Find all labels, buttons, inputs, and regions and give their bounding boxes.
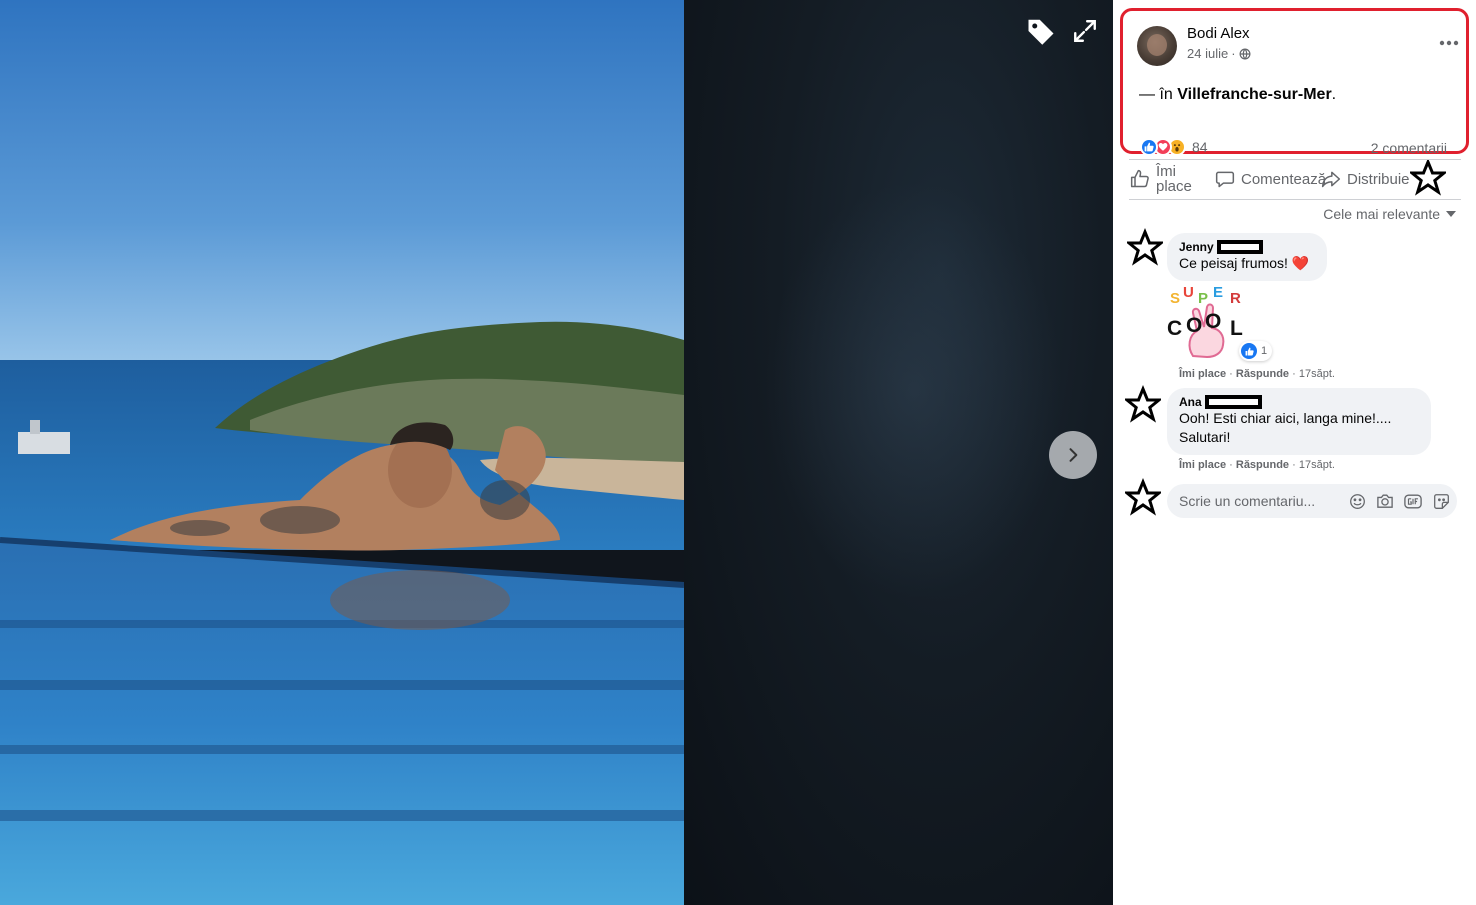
my-avatar <box>1125 478 1161 516</box>
star-icon <box>1127 228 1163 266</box>
author-avatar[interactable] <box>1137 26 1177 66</box>
photo-button[interactable] <box>1375 491 1395 511</box>
comment-time[interactable]: 17săpt. <box>1299 459 1335 471</box>
comment-text: Ce peisaj frumos! ❤️ <box>1179 255 1310 271</box>
gif-icon <box>1404 494 1422 508</box>
emoji-icon <box>1349 493 1365 509</box>
sticker-like-count: 1 <box>1261 345 1268 357</box>
like-button[interactable]: Îmi place <box>1130 163 1198 195</box>
comment-input-tools <box>1347 491 1451 511</box>
comment-avatar-ana[interactable] <box>1125 385 1161 423</box>
star-icon <box>1125 385 1161 423</box>
gif-button[interactable] <box>1403 491 1423 511</box>
share-button[interactable]: Distribuie <box>1321 163 1410 195</box>
photo-viewer <box>0 0 1113 905</box>
comment-reply-link[interactable]: Răspunde <box>1236 459 1289 471</box>
location-link[interactable]: Villefranche-sur-Mer <box>1177 86 1331 103</box>
comment-bubble-ana: Ana Ooh! Esti chiar aici, langa mine!...… <box>1167 388 1431 455</box>
emoji-button[interactable] <box>1347 491 1367 511</box>
commenter-name-text: Ana <box>1179 395 1202 409</box>
post-meta: 24 iulie · <box>1187 46 1251 61</box>
divider-bottom <box>1129 199 1461 200</box>
more-icon <box>1439 40 1459 46</box>
photo-post-page: Bodi Alex 24 iulie · — în Villefranche-s… <box>0 0 1476 905</box>
post-options-button[interactable] <box>1435 33 1463 53</box>
comment-button-label: Comentează <box>1241 170 1327 188</box>
sticker-letter: O <box>1186 314 1202 337</box>
sticker-letter: C <box>1167 317 1182 340</box>
comment-input-box <box>1167 484 1457 518</box>
redacted-surname <box>1204 395 1262 409</box>
camera-icon <box>1377 494 1393 508</box>
like-button-label: Îmi place <box>1156 163 1192 195</box>
comment-input[interactable] <box>1179 493 1339 509</box>
expand-icon <box>1074 20 1096 42</box>
commenter-name[interactable]: Jenny <box>1179 240 1315 254</box>
post-text-prefix: — în <box>1139 86 1173 103</box>
comment-text: Ooh! Esti chiar aici, langa mine!.... Sa… <box>1179 410 1392 445</box>
sticker-letter: R <box>1230 290 1241 307</box>
comment-actions: Îmi place · Răspunde · 17săpt. <box>1179 459 1335 471</box>
redacted-surname <box>1216 240 1263 254</box>
post-text-suffix: . <box>1331 86 1337 103</box>
sort-label: Cele mai relevante <box>1323 206 1440 222</box>
tag-icon <box>1028 19 1054 45</box>
highlighted-post-header: Bodi Alex 24 iulie · — în Villefranche-s… <box>1120 8 1469 156</box>
thumbs-up-icon <box>1241 343 1257 359</box>
comment-bubble-jenny: Jenny Ce peisaj frumos! ❤️ <box>1167 233 1327 281</box>
post-date[interactable]: 24 iulie <box>1187 46 1228 61</box>
comment-time[interactable]: 17săpt. <box>1299 368 1335 380</box>
action-separator: · <box>1292 368 1296 380</box>
sticker-like-badge[interactable]: 1 <box>1239 341 1273 361</box>
star-icon <box>1410 160 1446 196</box>
comment-like-link[interactable]: Îmi place <box>1179 368 1226 380</box>
comment-icon <box>1215 171 1235 188</box>
sticker-letter: O <box>1205 310 1221 333</box>
author-name[interactable]: Bodi Alex <box>1187 25 1250 42</box>
super-cool-sticker: S U P E R C O O L <box>1167 284 1243 359</box>
sticker-letter: U <box>1183 284 1194 301</box>
chevron-right-icon <box>1069 448 1078 462</box>
comment-actions: Îmi place · Răspunde · 17săpt. <box>1179 368 1335 380</box>
commenter-name[interactable]: Ana <box>1179 395 1419 409</box>
action-separator: · <box>1229 459 1233 471</box>
share-button-label: Distribuie <box>1347 170 1410 188</box>
meta-separator: · <box>1231 46 1236 61</box>
action-separator: · <box>1229 368 1233 380</box>
next-photo-button[interactable] <box>1049 431 1097 479</box>
sticker-button[interactable] <box>1431 491 1451 511</box>
share-icon <box>1321 171 1341 188</box>
reaction-count: 84 <box>1192 139 1208 155</box>
like-reaction-icon <box>1140 138 1158 156</box>
sticker-letter: E <box>1213 284 1223 301</box>
post-text: — în Villefranche-sur-Mer. <box>1139 86 1336 104</box>
caret-down-icon <box>1446 211 1456 217</box>
comment-button[interactable]: Comentează <box>1215 163 1326 195</box>
comment-like-link[interactable]: Îmi place <box>1179 459 1226 471</box>
sticker-letter: S <box>1170 290 1180 307</box>
sticker-icon <box>1433 493 1449 509</box>
tag-photo-button[interactable] <box>1024 14 1058 48</box>
thumbs-up-icon <box>1130 169 1149 188</box>
comment-sort-dropdown[interactable]: Cele mai relevante <box>1323 206 1456 222</box>
action-separator: · <box>1292 459 1296 471</box>
comment-count-link[interactable]: 2 comentarii <box>1371 140 1447 156</box>
sticker-letter: P <box>1198 290 1208 307</box>
star-icon <box>1125 478 1161 516</box>
sticker-letter: L <box>1230 317 1243 340</box>
comment-avatar-jenny[interactable] <box>1127 228 1163 266</box>
post-photo <box>0 0 684 905</box>
comment-reply-link[interactable]: Răspunde <box>1236 368 1289 380</box>
reactions-summary[interactable]: 84 <box>1140 138 1208 156</box>
commenter-name-text: Jenny <box>1179 240 1214 254</box>
globe-icon <box>1239 48 1251 60</box>
fullscreen-button[interactable] <box>1070 14 1100 48</box>
